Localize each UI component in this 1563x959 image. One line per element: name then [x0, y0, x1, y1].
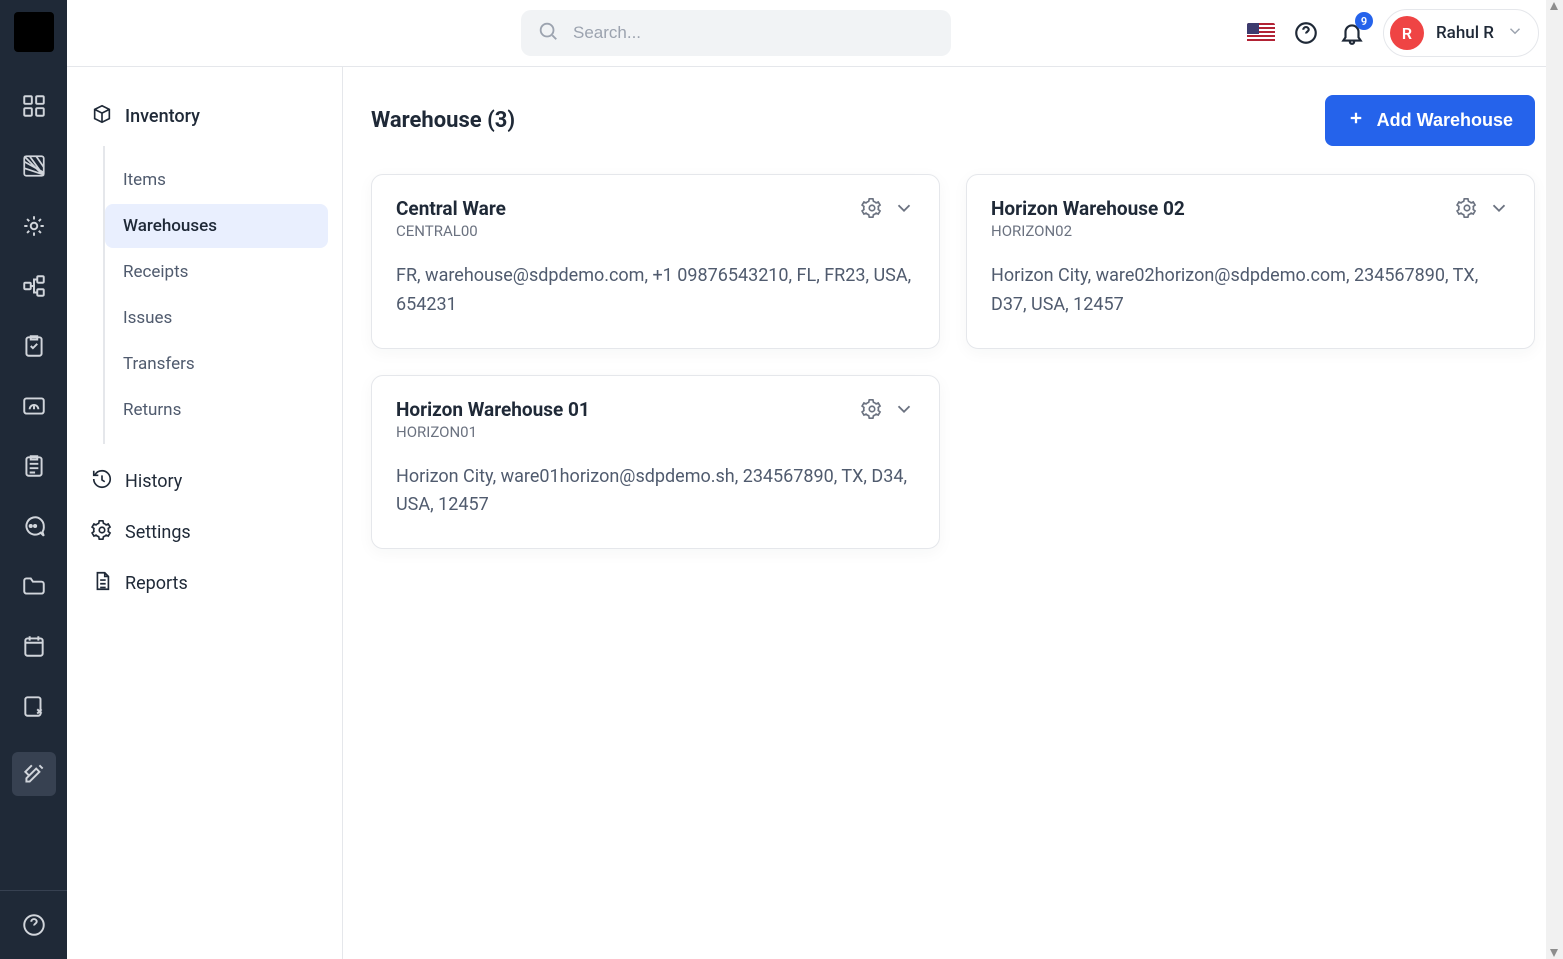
rail-checklist-icon[interactable]: [20, 332, 48, 360]
search-box[interactable]: [521, 10, 951, 56]
help-icon[interactable]: [1291, 18, 1321, 48]
warehouse-card[interactable]: Horizon Warehouse 02 HORIZON02 Horizon Cit…: [966, 174, 1535, 349]
warehouse-details: FR, warehouse@sdpdemo.com, +1 0987654321…: [396, 262, 915, 320]
rail-chat-icon[interactable]: [20, 512, 48, 540]
warehouse-card[interactable]: Central Ware CENTRAL00 FR, warehouse@sdpde…: [371, 174, 940, 349]
warehouse-code: CENTRAL00: [396, 222, 506, 240]
plus-icon: [1347, 109, 1365, 132]
main-panel: Warehouse (3) Add Warehouse Central Ware…: [343, 67, 1563, 959]
warehouse-card[interactable]: Horizon Warehouse 01 HORIZON01 Horizon Cit…: [371, 375, 940, 550]
sidebar-subitem-issues[interactable]: Issues: [105, 296, 328, 340]
gear-icon[interactable]: [1456, 197, 1478, 223]
primary-nav-rail: [0, 0, 67, 959]
history-icon: [91, 468, 113, 495]
rail-dashboard-icon[interactable]: [20, 92, 48, 120]
notifications-button[interactable]: 9: [1337, 18, 1367, 48]
app-logo[interactable]: [14, 12, 54, 52]
user-menu[interactable]: R Rahul R: [1383, 9, 1539, 57]
search-icon: [537, 20, 559, 46]
rail-branch-icon[interactable]: [20, 272, 48, 300]
warehouse-details: Horizon City, ware02horizon@sdpdemo.com,…: [991, 262, 1510, 320]
rail-texture-icon[interactable]: [20, 152, 48, 180]
sidebar-subitem-returns[interactable]: Returns: [105, 388, 328, 432]
warehouse-title: Central Ware: [396, 197, 506, 220]
topbar: 9 R Rahul R: [67, 0, 1563, 66]
sidebar-item-settings[interactable]: Settings: [81, 507, 328, 558]
sidebar-subitem-receipts[interactable]: Receipts: [105, 250, 328, 294]
add-warehouse-button[interactable]: Add Warehouse: [1325, 95, 1535, 146]
sidebar-group-inventory[interactable]: Inventory: [81, 95, 328, 138]
page-scrollbar[interactable]: [1546, 0, 1563, 959]
add-warehouse-label: Add Warehouse: [1377, 110, 1513, 131]
warehouse-title: Horizon Warehouse 02: [991, 197, 1185, 220]
sidebar-subitem-transfers[interactable]: Transfers: [105, 342, 328, 386]
sidebar-item-reports[interactable]: Reports: [81, 558, 328, 609]
warehouse-title: Horizon Warehouse 01: [396, 398, 590, 421]
sidebar-item-history[interactable]: History: [81, 456, 328, 507]
warehouse-code: HORIZON02: [991, 222, 1185, 240]
rail-calendar-icon[interactable]: [20, 632, 48, 660]
locale-flag-us[interactable]: [1247, 23, 1275, 43]
sidebar-subitem-warehouses[interactable]: Warehouses: [105, 204, 328, 248]
user-name: Rahul R: [1436, 23, 1494, 43]
rail-folder-icon[interactable]: [20, 572, 48, 600]
warehouse-code: HORIZON01: [396, 423, 590, 441]
rail-tools-icon[interactable]: [12, 752, 56, 796]
document-icon: [91, 570, 113, 597]
sidebar-item-label: History: [125, 471, 182, 492]
sidebar-item-label: Reports: [125, 573, 188, 594]
warehouse-details: Horizon City, ware01horizon@sdpdemo.sh, …: [396, 463, 915, 521]
chevron-down-icon: [1506, 22, 1524, 44]
sidebar-subitem-items[interactable]: Items: [105, 158, 328, 202]
sidebar-group-label: Inventory: [125, 106, 200, 127]
box-icon: [91, 103, 113, 130]
search-input[interactable]: [571, 22, 935, 44]
rail-edit-icon[interactable]: [20, 692, 48, 720]
avatar: R: [1390, 16, 1424, 50]
chevron-down-icon[interactable]: [893, 197, 915, 223]
chevron-down-icon[interactable]: [893, 398, 915, 424]
gear-icon[interactable]: [861, 398, 883, 424]
notifications-badge: 9: [1355, 12, 1373, 30]
sidebar-item-label: Settings: [125, 522, 191, 543]
gear-icon[interactable]: [861, 197, 883, 223]
chevron-down-icon[interactable]: [1488, 197, 1510, 223]
rail-radial-icon[interactable]: [20, 212, 48, 240]
rail-gauge-icon[interactable]: [20, 392, 48, 420]
rail-clipboard-icon[interactable]: [20, 452, 48, 480]
secondary-sidebar: Inventory ItemsWarehousesReceiptsIssuesT…: [67, 67, 343, 959]
page-title: Warehouse (3): [371, 108, 515, 133]
gear-icon: [91, 519, 113, 546]
rail-help-icon[interactable]: [20, 911, 48, 939]
